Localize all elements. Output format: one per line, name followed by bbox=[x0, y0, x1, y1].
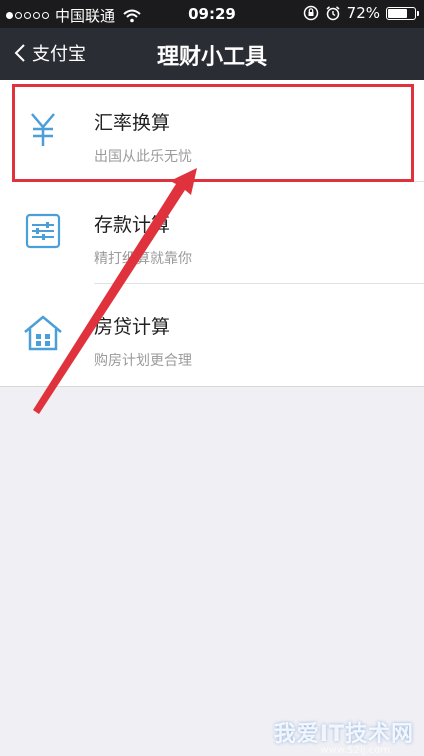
tool-item-exchange-rate[interactable]: 汇率换算 出国从此乐无忧 bbox=[0, 80, 424, 182]
status-right: 72% bbox=[303, 4, 419, 22]
battery-fill bbox=[388, 8, 407, 18]
house-icon bbox=[24, 315, 62, 351]
battery-percent: 72% bbox=[346, 4, 380, 22]
yuan-icon bbox=[31, 113, 55, 146]
tool-title: 汇率换算 bbox=[94, 112, 171, 134]
tool-list: 汇率换算 出国从此乐无忧 存款计算 精打细算就靠你 房贷计算 购房计划更合理 bbox=[0, 80, 424, 387]
tool-item-deposit[interactable]: 存款计算 精打细算就靠你 bbox=[0, 182, 424, 284]
alarm-icon bbox=[326, 6, 340, 21]
tool-subtitle: 精打细算就靠你 bbox=[94, 251, 192, 267]
tool-subtitle: 购房计划更合理 bbox=[94, 353, 192, 369]
chevron-left-icon bbox=[14, 44, 25, 62]
back-button[interactable]: 支付宝 bbox=[14, 40, 86, 66]
tool-item-mortgage[interactable]: 房贷计算 购房计划更合理 bbox=[0, 284, 424, 386]
watermark-url: www.52ij.com bbox=[320, 745, 390, 756]
status-bar: 中国联通 09:29 72% bbox=[0, 0, 424, 28]
watermark: 我爱IT技术网 bbox=[273, 722, 414, 747]
tool-subtitle: 出国从此乐无忧 bbox=[94, 149, 192, 165]
tool-title: 房贷计算 bbox=[94, 316, 171, 338]
rotation-lock-icon bbox=[303, 5, 318, 21]
nav-bar: 支付宝 理财小工具 bbox=[0, 28, 424, 80]
battery-icon bbox=[386, 6, 419, 20]
sliders-icon bbox=[25, 213, 61, 249]
back-label: 支付宝 bbox=[32, 44, 86, 65]
tool-title: 存款计算 bbox=[94, 214, 171, 236]
